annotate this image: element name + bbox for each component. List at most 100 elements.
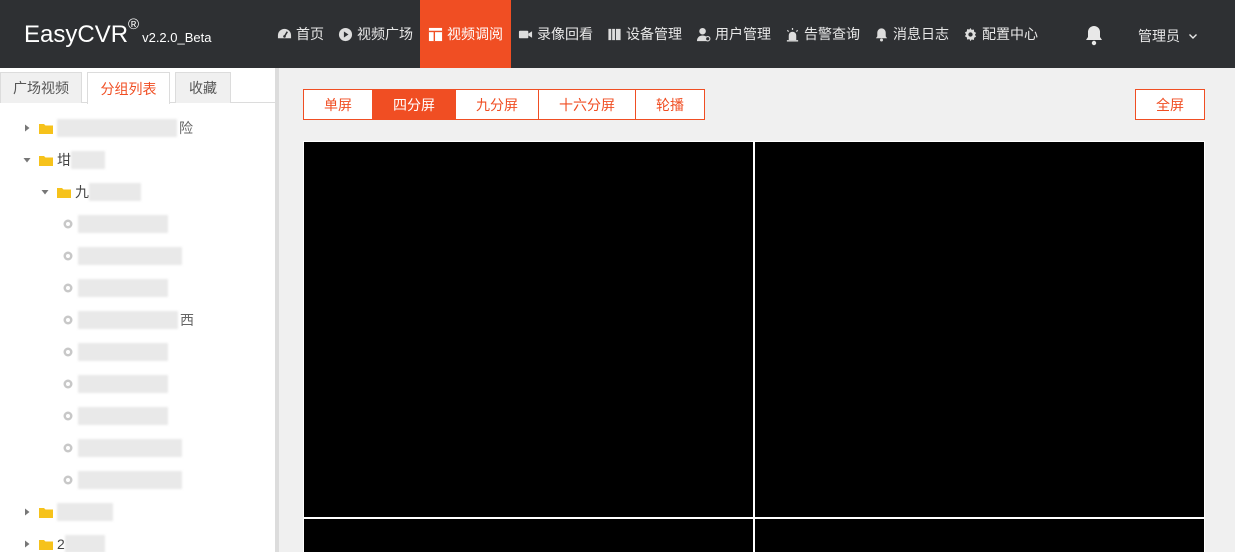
tree-node-label: 西 [180, 312, 194, 328]
carousel-button[interactable]: 轮播 [636, 89, 705, 120]
nav-label: 首页 [296, 26, 324, 42]
redacted-text [78, 279, 168, 297]
nav-item-device-mgmt[interactable]: 设备管理 [600, 0, 689, 68]
camera-icon [63, 283, 73, 293]
redacted-text [57, 503, 113, 521]
tree-node-group[interactable] [22, 502, 113, 522]
sixteen-split-button[interactable]: 十六分屏 [539, 89, 636, 120]
redacted-text [78, 471, 182, 489]
nav-item-config-center[interactable]: 配置中心 [956, 0, 1045, 68]
tree-node-subgroup[interactable]: 九 [40, 182, 141, 202]
tree-node-label: 险 [179, 120, 193, 136]
nine-split-button[interactable]: 九分屏 [456, 89, 539, 120]
redacted-text [64, 535, 105, 552]
tree-node-group[interactable]: 险 [22, 118, 193, 138]
tree-node-camera[interactable] [62, 278, 168, 298]
sidebar-resize-handle[interactable] [275, 68, 279, 552]
layout-toolbar: 单屏 四分屏 九分屏 十六分屏 轮播 [303, 89, 705, 120]
camera-icon [63, 443, 73, 453]
layout-icon [428, 27, 443, 41]
tree-node-label: 九 [75, 184, 89, 200]
tab-favorites[interactable]: 收藏 [175, 72, 231, 103]
folder-icon [57, 187, 71, 198]
folder-icon [39, 123, 53, 134]
redacted-text [89, 183, 141, 201]
nav-item-video-browse[interactable]: 视频调阅 [420, 0, 511, 68]
sidebar-tabs: 广场视频 分组列表 收藏 [0, 72, 276, 104]
main-nav: 首页 视频广场 视频调阅 录像回看 设备管理 用户管理 告警查询 消息日志 配置… [270, 0, 1045, 68]
caret-right-icon[interactable] [22, 507, 32, 517]
user-gear-icon [696, 27, 711, 41]
nav-label: 告警查询 [804, 26, 860, 42]
camera-icon [63, 219, 73, 229]
alarm-light-icon [786, 27, 799, 42]
single-screen-button[interactable]: 单屏 [303, 89, 373, 120]
camera-icon [63, 379, 73, 389]
tree-node-group[interactable]: 坩 [22, 150, 105, 170]
video-pane-3[interactable] [304, 519, 753, 552]
nav-item-message-log[interactable]: 消息日志 [867, 0, 956, 68]
redacted-text [78, 439, 182, 457]
nav-item-video-square[interactable]: 视频广场 [331, 0, 420, 68]
chevron-down-icon [1188, 34, 1197, 39]
tree-node-camera[interactable]: 西 [62, 310, 194, 330]
caret-down-icon[interactable] [40, 187, 50, 197]
video-pane-1[interactable] [304, 142, 753, 517]
four-split-button[interactable]: 四分屏 [373, 89, 456, 120]
camera-icon [63, 347, 73, 357]
fullscreen-button[interactable]: 全屏 [1135, 89, 1205, 120]
nav-label: 视频调阅 [447, 26, 503, 42]
nav-item-user-mgmt[interactable]: 用户管理 [689, 0, 778, 68]
caret-right-icon[interactable] [22, 123, 32, 133]
tab-square-video[interactable]: 广场视频 [0, 72, 82, 103]
tree-node-group[interactable]: 2 [22, 534, 105, 552]
app-name: EasyCVR [24, 21, 129, 48]
top-navigation-bar: EasyCVR®v2.2.0_Beta 首页 视频广场 视频调阅 录像回看 设备… [0, 0, 1235, 68]
nav-label: 用户管理 [715, 26, 771, 42]
video-pane-4[interactable] [755, 519, 1204, 552]
folder-icon [39, 539, 53, 550]
tree-node-camera[interactable] [62, 246, 182, 266]
tree-node-camera[interactable] [62, 342, 168, 362]
nav-item-alarm-query[interactable]: 告警查询 [778, 0, 867, 68]
nav-item-playback[interactable]: 录像回看 [511, 0, 600, 68]
nav-label: 录像回看 [537, 26, 593, 42]
video-camera-icon [518, 30, 533, 38]
caret-down-icon[interactable] [22, 155, 32, 165]
gear-icon [964, 27, 977, 41]
notification-bell-icon[interactable] [1083, 24, 1105, 46]
tree-node-camera[interactable] [62, 406, 168, 426]
dashboard-icon [277, 28, 292, 38]
redacted-text [78, 343, 168, 361]
tree-node-label: 2 [57, 536, 65, 552]
camera-icon [63, 475, 73, 485]
user-menu[interactable]: 管理员 [1138, 26, 1198, 46]
redacted-text [78, 375, 168, 393]
nav-item-home[interactable]: 首页 [270, 0, 331, 68]
app-version: v2.2.0_Beta [142, 30, 212, 45]
registered-mark: ® [128, 16, 140, 33]
tree-node-camera[interactable] [62, 470, 182, 490]
redacted-text [57, 119, 177, 137]
camera-icon [63, 411, 73, 421]
user-name: 管理员 [1138, 28, 1180, 44]
redacted-text [78, 247, 182, 265]
app-logo[interactable]: EasyCVR®v2.2.0_Beta [24, 16, 212, 49]
tree-node-camera[interactable] [62, 214, 168, 234]
video-pane-2[interactable] [755, 142, 1204, 517]
tab-group-list[interactable]: 分组列表 [87, 72, 170, 104]
caret-right-icon[interactable] [22, 539, 32, 549]
tree-node-camera[interactable] [62, 438, 182, 458]
tree-node-label: 坩 [57, 152, 71, 168]
nav-label: 消息日志 [893, 26, 949, 42]
tree-node-camera[interactable] [62, 374, 168, 394]
folder-icon [39, 507, 53, 518]
nav-label: 配置中心 [982, 26, 1038, 42]
play-circle-icon [338, 27, 353, 41]
nav-label: 设备管理 [626, 26, 682, 42]
sidebar: 广场视频 分组列表 收藏 险 坩 九 西 2 [0, 68, 276, 552]
nav-label: 视频广场 [357, 26, 413, 42]
redacted-text [78, 311, 178, 329]
redacted-text [78, 407, 168, 425]
redacted-text [71, 151, 105, 169]
